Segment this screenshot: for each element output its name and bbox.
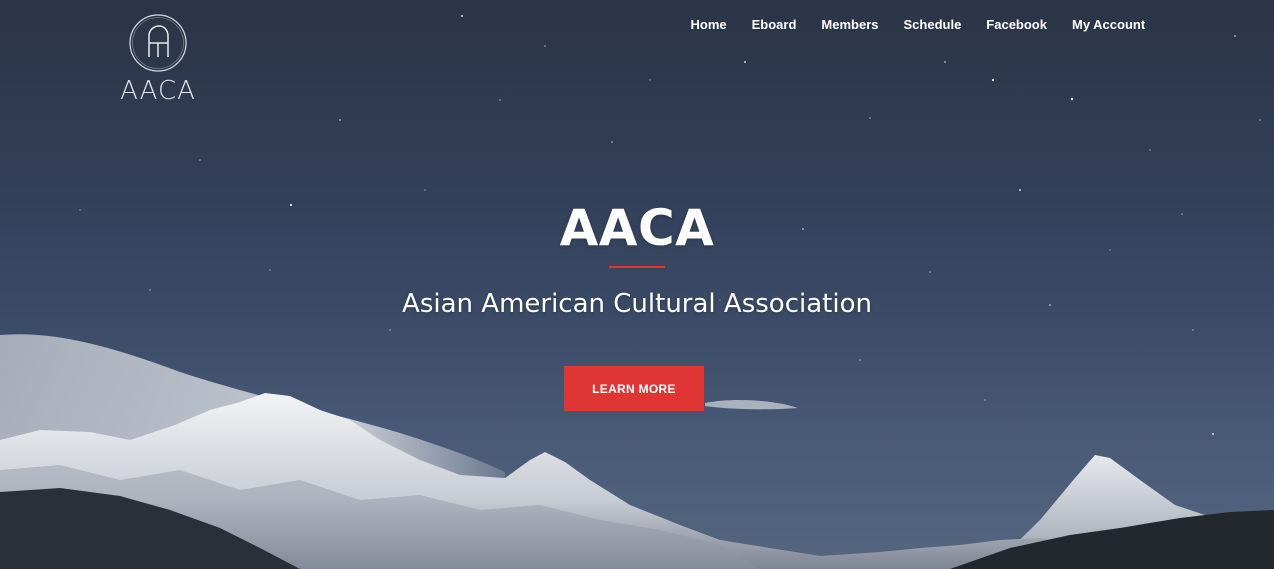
main-navigation: Home Eboard Members Schedule Facebook My…: [678, 14, 1158, 36]
nav-link-schedule[interactable]: Schedule: [891, 14, 974, 36]
hero-section: AACA Home Eboard Members Schedule Facebo…: [0, 0, 1274, 569]
site-logo[interactable]: AACA: [119, 12, 197, 106]
nav-link-eboard[interactable]: Eboard: [739, 14, 809, 36]
hero-content: AACA Asian American Cultural Association: [0, 196, 1274, 322]
hero-subtitle: Asian American Cultural Association: [402, 289, 872, 319]
learn-more-button[interactable]: LEARN MORE: [564, 366, 704, 411]
nav-link-facebook[interactable]: Facebook: [974, 14, 1060, 36]
nav-link-members[interactable]: Members: [809, 14, 891, 36]
logo-wordmark: AACA: [120, 76, 196, 106]
hero-title: AACA: [559, 199, 715, 257]
nav-link-home[interactable]: Home: [678, 14, 739, 36]
title-divider: [609, 266, 665, 268]
nav-link-my-account[interactable]: My Account: [1059, 14, 1157, 36]
aaca-monogram-icon: [129, 14, 187, 72]
